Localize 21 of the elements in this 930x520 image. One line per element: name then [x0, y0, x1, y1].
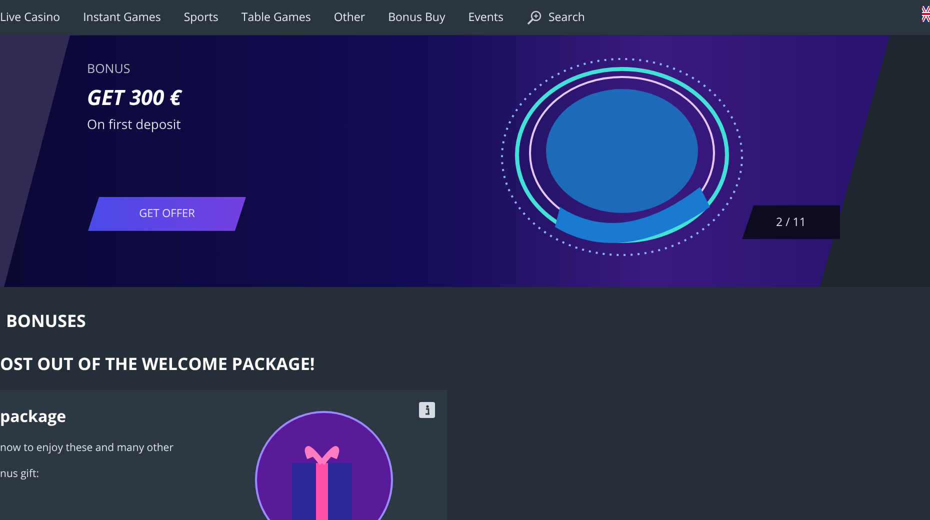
card-title: package [0, 408, 68, 424]
banner-title: GET 300 € [87, 88, 184, 109]
banner-subtitle: On first deposit [87, 118, 182, 131]
nav-link[interactable]: Instant Games [83, 9, 161, 26]
info-icon[interactable] [419, 402, 435, 418]
nav-link[interactable]: Sports [184, 9, 218, 26]
slide-counter: 2 / 11 [742, 205, 840, 240]
nav-link[interactable]: Events [468, 9, 504, 26]
nav-link[interactable]: Bonus Buy [388, 9, 446, 26]
search-icon [526, 10, 542, 26]
nav-link[interactable]: Other [334, 9, 366, 26]
nav-link[interactable]: Live Casino [0, 9, 60, 26]
card-text: now to enjoy these and many other [0, 443, 174, 454]
nav-link[interactable]: Table Games [241, 9, 311, 26]
card-text: nus gift: [0, 468, 40, 479]
section-title: BONUSES [5, 312, 87, 329]
banner-eyebrow: BONUS [87, 63, 132, 76]
section-subtitle: OST OUT OF THE WELCOME PACKAGE! [0, 355, 316, 372]
get-offer-button[interactable]: GET OFFER [88, 196, 246, 231]
search-link[interactable]: Search [526, 9, 585, 26]
flag-icon[interactable] [922, 6, 930, 22]
